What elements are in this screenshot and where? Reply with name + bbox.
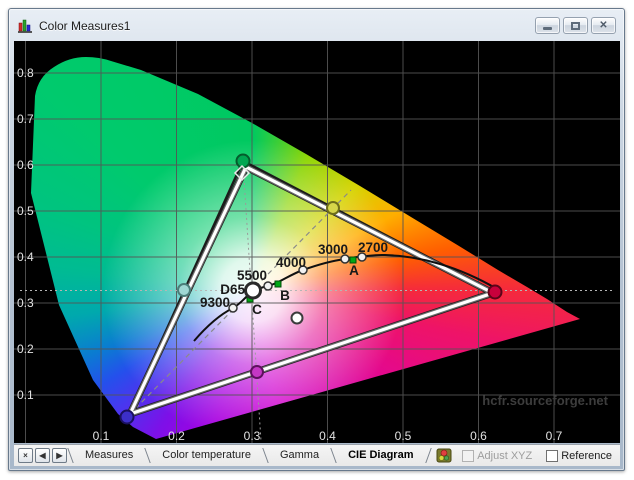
y-tick: 0.1 [17, 388, 34, 402]
x-tick: 0.6 [470, 429, 487, 443]
watermark: hcfr.sourceforge.net [482, 393, 608, 408]
y-tick: 0.3 [17, 296, 34, 310]
y-tick: 0.5 [17, 204, 34, 218]
tab-separator-end [425, 448, 431, 463]
magenta-secondary-marker [251, 366, 263, 378]
caption-buttons: ✕ [535, 17, 616, 34]
measured-point-marker [292, 313, 303, 324]
reference-checkbox[interactable] [546, 450, 558, 462]
9300k-marker [229, 304, 237, 312]
tab-strip: × ◀ ▶ Measures Color temperature Gamma C… [14, 444, 620, 466]
tab-measures[interactable]: Measures [73, 447, 145, 464]
y-tick: 0.8 [17, 66, 34, 80]
label-a: A [349, 263, 359, 278]
adjust-xyz-label: Adjust XYZ [477, 450, 532, 462]
d65-white-point-marker [246, 283, 261, 298]
y-tick: 0.7 [17, 112, 34, 126]
restore-icon [571, 22, 580, 30]
label-5500: 5500 [237, 268, 267, 283]
green-primary-marker [237, 155, 250, 168]
tabstrip-close-button[interactable]: × [18, 448, 33, 463]
label-c: C [252, 302, 262, 317]
minimize-icon [543, 27, 552, 30]
titlebar[interactable]: Color Measures1 ✕ [10, 10, 623, 41]
x-tick: 0.1 [93, 429, 110, 443]
5500k-marker [264, 282, 272, 290]
screen: Color Measures1 ✕ [0, 0, 634, 480]
close-icon: ✕ [599, 21, 607, 31]
tab-cie-diagram[interactable]: CIE Diagram [336, 447, 425, 464]
cie-diagram-canvas: hcfr.sourceforge.net 0.8 0.7 0.6 0.5 0.4… [14, 41, 620, 443]
close-button[interactable]: ✕ [591, 17, 616, 34]
x-tick: 0.7 [546, 429, 563, 443]
reference-label[interactable]: Reference [561, 450, 612, 462]
y-tick: 0.6 [17, 158, 34, 172]
tab-gamma[interactable]: Gamma [268, 447, 331, 464]
minimize-button[interactable] [535, 17, 560, 34]
reference-markers [121, 155, 502, 424]
y-tick: 0.4 [17, 250, 34, 264]
label-9300: 9300 [200, 295, 230, 310]
tabstrip-next-button[interactable]: ▶ [52, 448, 67, 463]
label-3000: 3000 [318, 242, 348, 257]
window-title: Color Measures1 [39, 19, 130, 33]
color-measures-window: Color Measures1 ✕ [8, 8, 625, 471]
label-4000: 4000 [276, 255, 306, 270]
x-axis-ticks: 0.1 0.2 0.3 0.4 0.5 0.6 0.7 [93, 429, 563, 443]
x-tick: 0.3 [244, 429, 261, 443]
label-2700: 2700 [358, 240, 388, 255]
tabstrip-prev-button[interactable]: ◀ [35, 448, 50, 463]
restore-button[interactable] [563, 17, 588, 34]
point-labels: 9300 5500 D65 4000 3000 2700 A B C [200, 240, 388, 317]
sensor-icon [436, 448, 452, 463]
x-tick: 0.4 [319, 429, 336, 443]
y-tick: 0.2 [17, 342, 34, 356]
label-d65: D65 [220, 282, 245, 297]
x-tick: 0.2 [168, 429, 185, 443]
cie-overlay: hcfr.sourceforge.net 0.8 0.7 0.6 0.5 0.4… [14, 41, 620, 443]
red-primary-marker [489, 286, 502, 299]
x-tick: 0.5 [395, 429, 412, 443]
label-b: B [280, 288, 290, 303]
yellow-secondary-marker [327, 202, 339, 214]
cyan-secondary-marker [178, 284, 190, 296]
adjust-xyz-checkbox [462, 450, 474, 462]
illuminant-b-marker [275, 281, 281, 287]
tab-color-temperature[interactable]: Color temperature [150, 447, 263, 464]
blue-primary-marker [121, 411, 134, 424]
app-icon [17, 18, 33, 34]
